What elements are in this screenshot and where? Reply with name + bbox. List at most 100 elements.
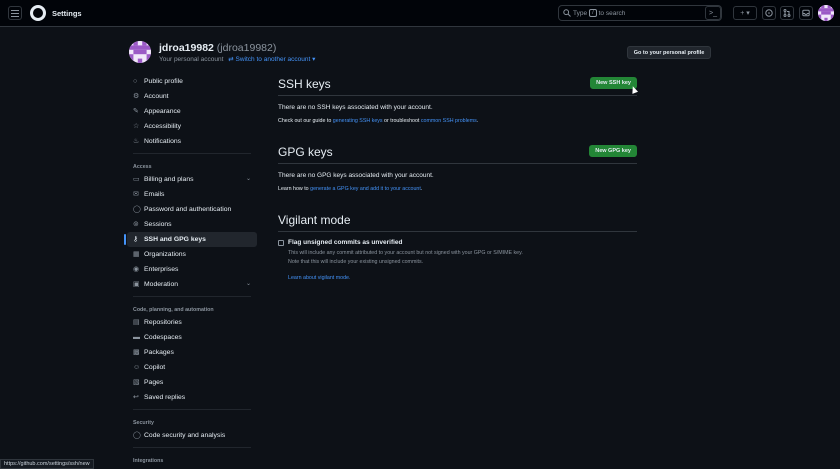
sidebar-divider <box>133 409 251 410</box>
new-gpg-key-button[interactable]: New GPG key <box>589 145 637 157</box>
create-new-button[interactable]: + ▾ <box>733 6 757 20</box>
sidebar-item-organizations[interactable]: ▦ Organizations <box>127 247 257 262</box>
browser-icon: ▧ <box>133 379 140 386</box>
identicon-icon <box>818 5 834 21</box>
pull-request-icon <box>783 9 791 17</box>
ssh-keys-header: SSH keys New SSH key <box>278 72 637 96</box>
vigilant-mode-header: Vigilant mode <box>278 208 637 232</box>
sidebar-item-appearance[interactable]: ✎ Appearance <box>127 104 257 119</box>
github-logo-icon[interactable] <box>30 5 46 21</box>
generating-ssh-keys-link[interactable]: generating SSH keys <box>333 118 383 124</box>
ssh-empty-message: There are no SSH keys associated with yo… <box>278 104 433 111</box>
sidebar-item-label: Sessions <box>144 221 172 228</box>
pull-requests-button[interactable] <box>780 6 794 20</box>
ssh-help-end: . <box>476 118 479 124</box>
sidebar-item-codespaces[interactable]: ▬ Codespaces <box>127 330 257 345</box>
sidebar-item-moderation[interactable]: ▣ Moderation ⌄ <box>127 277 257 292</box>
terminal-icon: >_ <box>709 9 717 17</box>
login-name: (jdroa19982) <box>216 42 277 54</box>
search-icon <box>563 9 571 17</box>
sidebar-item-label: SSH and GPG keys <box>144 236 206 243</box>
sidebar-item-repositories[interactable]: ▤ Repositories <box>127 315 257 330</box>
vigilant-mode-note: This will include any commit attributed … <box>288 249 637 266</box>
ssh-help-text: Check out our guide to generating SSH ke… <box>278 118 637 124</box>
sidebar-item-label: Copilot <box>144 364 166 371</box>
user-avatar[interactable] <box>818 5 834 21</box>
sidebar-item-saved-replies[interactable]: ↩ Saved replies <box>127 390 257 405</box>
flag-unsigned-checkbox[interactable] <box>278 240 284 246</box>
switch-account-link[interactable]: ⇄ Switch to another account ▾ <box>228 56 315 63</box>
sidebar-item-public-profile[interactable]: ○ Public profile <box>127 74 257 89</box>
sidebar-item-account[interactable]: ⚙ Account <box>127 89 257 104</box>
sidebar-item-label: Codespaces <box>144 334 182 341</box>
sidebar-item-label: Emails <box>144 191 165 198</box>
sidebar-divider <box>133 296 251 297</box>
vigilant-mode-title: Vigilant mode <box>278 212 351 227</box>
paintbrush-icon: ✎ <box>133 108 139 115</box>
sidebar-section-integrations: Integrations <box>133 458 164 464</box>
display-name[interactable]: jdroa19982 <box>159 42 214 54</box>
mail-icon: ✉ <box>133 191 139 198</box>
sidebar-item-enterprises[interactable]: ◉ Enterprises <box>127 262 257 277</box>
notifications-button[interactable] <box>799 6 813 20</box>
sidebar-item-label: Appearance <box>144 108 181 115</box>
sidebar-section-security: Security <box>133 420 154 426</box>
sidebar-item-label: Packages <box>144 349 174 356</box>
globe-icon: ◉ <box>133 266 140 273</box>
search-prefix: Type <box>573 9 588 17</box>
sidebar-item-label: Moderation <box>144 281 179 288</box>
reply-icon: ↩ <box>133 394 139 401</box>
search-input[interactable]: Type / to search <box>558 5 722 21</box>
sidebar-item-label: Repositories <box>144 319 182 326</box>
search-suffix: to search <box>598 9 626 17</box>
shield-icon: ◯ <box>133 432 141 439</box>
profile-name: jdroa19982 (jdroa19982) <box>159 42 276 54</box>
sidebar-item-notifications[interactable]: ♨ Notifications <box>127 134 257 149</box>
report-icon: ▣ <box>133 281 140 288</box>
sidebar-item-emails[interactable]: ✉ Emails <box>127 187 257 202</box>
go-to-profile-button[interactable]: Go to your personal profile <box>627 46 711 59</box>
sidebar-item-sessions[interactable]: ⊚ Sessions <box>127 217 257 232</box>
vigilant-note-line-1: This will include any commit attributed … <box>288 250 523 256</box>
switch-account-label: Switch to another account <box>235 56 311 63</box>
sidebar-item-pages[interactable]: ▧ Pages <box>127 375 257 390</box>
gpg-keys-header: GPG keys New GPG key <box>278 140 637 164</box>
sidebar-item-copilot[interactable]: ☺ Copilot <box>127 360 257 375</box>
sidebar-item-ssh-gpg-keys[interactable]: ⚷ SSH and GPG keys <box>124 232 257 247</box>
generate-gpg-key-link[interactable]: generate a GPG key and add it to your ac… <box>310 186 421 192</box>
sidebar-section-access: Access <box>133 164 152 170</box>
sidebar-item-label: Saved replies <box>144 394 186 401</box>
common-ssh-problems-link[interactable]: common SSH problems <box>421 118 477 124</box>
sidebar-item-packages[interactable]: ▩ Packages <box>127 345 257 360</box>
sidebar-item-password[interactable]: ◯ Password and authentication <box>127 202 257 217</box>
issue-icon <box>765 9 773 17</box>
sidebar-item-billing[interactable]: ▭ Billing and plans ⌄ <box>127 172 257 187</box>
gpg-keys-title: GPG keys <box>278 144 333 159</box>
account-label: Your personal account <box>159 56 224 63</box>
command-palette-button[interactable]: >_ <box>705 6 721 20</box>
sidebar-item-label: Account <box>144 93 169 100</box>
copilot-icon: ☺ <box>133 364 141 371</box>
package-icon: ▩ <box>133 349 140 356</box>
vigilant-mode-option: Flag unsigned commits as unverified This… <box>278 239 637 281</box>
flag-unsigned-label[interactable]: Flag unsigned commits as unverified <box>288 239 637 246</box>
sidebar-divider <box>133 447 251 448</box>
chevron-down-icon: ⌄ <box>245 281 251 287</box>
bell-icon: ♨ <box>133 138 140 145</box>
sidebar-item-label: Password and authentication <box>144 206 232 213</box>
repo-icon: ▤ <box>133 319 140 326</box>
hamburger-icon <box>11 9 19 17</box>
gpg-empty-message: There are no GPG keys associated with yo… <box>278 172 434 179</box>
plus-icon: + ▾ <box>740 10 750 17</box>
page-title: Settings <box>52 9 82 18</box>
profile-avatar[interactable] <box>129 41 151 63</box>
main-content: SSH keys New SSH key There are no SSH ke… <box>278 72 637 281</box>
issues-button[interactable] <box>762 6 776 20</box>
learn-vigilant-mode-link[interactable]: Learn about vigilant mode. <box>288 275 637 281</box>
sidebar-item-code-security[interactable]: ◯ Code security and analysis <box>127 428 257 443</box>
sidebar-item-label: Notifications <box>144 138 182 145</box>
ssh-help-middle: or troubleshoot <box>384 118 420 124</box>
menu-button[interactable] <box>8 6 22 20</box>
sidebar-item-label: Code security and analysis <box>144 432 226 439</box>
sidebar-item-accessibility[interactable]: ☆ Accessibility <box>127 119 257 134</box>
